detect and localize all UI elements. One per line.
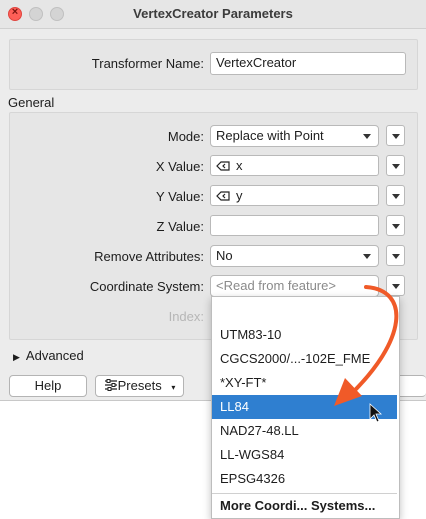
- attribute-icon: [216, 191, 230, 201]
- remove-attributes-value: No: [216, 248, 233, 263]
- mode-label: Mode:: [167, 129, 204, 144]
- y-value-text: y: [236, 188, 243, 203]
- coordinate-system-placeholder: <Read from feature>: [216, 278, 336, 293]
- transformer-name-input[interactable]: VertexCreator: [210, 52, 406, 75]
- sliders-icon: [104, 379, 117, 391]
- coordinate-system-label: Coordinate System:: [89, 279, 204, 294]
- dropdown-option[interactable]: EPSG4326: [212, 467, 397, 491]
- presets-button[interactable]: Presets ▾: [95, 375, 184, 397]
- help-button[interactable]: Help: [9, 375, 87, 397]
- x-value-options-button[interactable]: [386, 155, 405, 176]
- x-value-text: x: [236, 158, 243, 173]
- title-bar: × VertexCreator Parameters: [0, 0, 426, 29]
- dropdown-option[interactable]: *XY-FT*: [212, 371, 397, 395]
- transformer-name-label: Transformer Name:: [91, 56, 204, 71]
- y-value-input[interactable]: y: [210, 185, 379, 206]
- remove-attributes-options-button[interactable]: [386, 245, 405, 266]
- chevron-down-icon: [392, 254, 400, 259]
- mode-select[interactable]: Replace with Point: [210, 125, 379, 147]
- z-value-label: Z Value:: [156, 219, 204, 234]
- disclosure-triangle-icon: ▶: [13, 352, 20, 362]
- dropdown-option[interactable]: NAD27-48.LL: [212, 419, 397, 443]
- advanced-label: Advanced: [25, 348, 84, 363]
- remove-attributes-label: Remove Attributes:: [94, 249, 204, 264]
- coordinate-system-options-button[interactable]: [386, 275, 405, 296]
- advanced-toggle[interactable]: ▶ Advanced: [13, 348, 84, 363]
- dropdown-option[interactable]: LL-WGS84: [212, 443, 397, 467]
- dropdown-option-selected[interactable]: LL84: [212, 395, 397, 419]
- y-value-label: Y Value:: [156, 189, 204, 204]
- index-label: Index:: [168, 309, 204, 324]
- y-value-options-button[interactable]: [386, 185, 405, 206]
- mode-options-button[interactable]: [386, 125, 405, 146]
- coordinate-system-select[interactable]: <Read from feature>: [210, 275, 379, 297]
- x-value-input[interactable]: x: [210, 155, 379, 176]
- more-coordinate-systems-option[interactable]: More Coordi... Systems...: [212, 494, 397, 518]
- x-value-label: X Value:: [155, 159, 204, 174]
- presets-label: Presets: [117, 378, 162, 393]
- z-value-input[interactable]: [210, 215, 379, 236]
- chevron-down-icon: [392, 164, 400, 169]
- chevron-down-icon: [392, 194, 400, 199]
- dropdown-option[interactable]: CGCS2000/...-102E_FME: [212, 347, 397, 371]
- dropdown-option[interactable]: UTM83-10: [212, 323, 397, 347]
- attribute-icon: [216, 161, 230, 171]
- chevron-down-icon: ▾: [171, 383, 176, 392]
- chevron-down-icon: [392, 284, 400, 289]
- chevron-down-icon: [363, 134, 371, 139]
- z-value-options-button[interactable]: [386, 215, 405, 236]
- coordinate-system-dropdown: UTM83-10 CGCS2000/...-102E_FME *XY-FT* L…: [211, 296, 400, 519]
- general-section-heading: General: [8, 95, 55, 110]
- chevron-down-icon: [392, 134, 400, 139]
- chevron-down-icon: [392, 224, 400, 229]
- window-title: VertexCreator Parameters: [133, 6, 293, 21]
- mode-select-value: Replace with Point: [216, 128, 324, 143]
- chevron-down-icon: [363, 254, 371, 259]
- remove-attributes-select[interactable]: No: [210, 245, 379, 267]
